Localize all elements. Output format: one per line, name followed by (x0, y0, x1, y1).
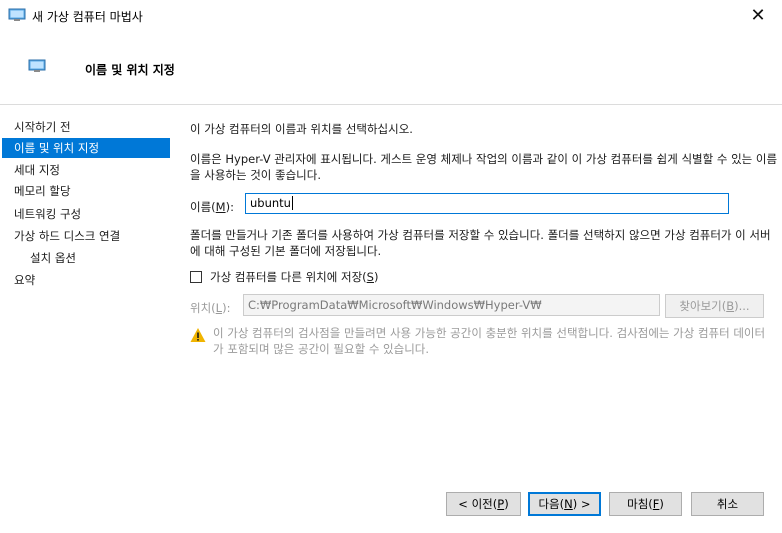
nav-item-installation-options[interactable]: 설치 옵션 (2, 248, 170, 268)
nav-item-name-location[interactable]: 이름 및 위치 지정 (2, 138, 170, 158)
cancel-label: 취소 (716, 497, 739, 511)
location-label: 위치(L): (190, 300, 230, 316)
nav-item-label: 이름 및 위치 지정 (14, 141, 100, 155)
text-caret: ​ (291, 196, 293, 210)
finish-button[interactable]: 마침(F) (609, 492, 682, 516)
wizard-content: 이 가상 컴퓨터의 이름과 위치를 선택하십시오. 이름은 Hyper-V 관리… (176, 105, 782, 495)
previous-button[interactable]: < 이전(P) (446, 492, 521, 516)
name-input[interactable]: ubuntu​ (245, 193, 729, 214)
next-label-text: 다음( (538, 497, 565, 511)
nav-item-label: 가상 하드 디스크 연결 (14, 229, 121, 243)
nav-item-label: 네트워킹 구성 (14, 207, 82, 221)
name-input-value: ubuntu (250, 196, 291, 210)
location-input-value: C:₩ProgramData₩Microsoft₩Windows₩Hyper-V… (248, 298, 542, 312)
page-title: 이름 및 위치 지정 (85, 63, 175, 77)
next-label-suffix: ) > (572, 497, 591, 511)
nav-item-summary[interactable]: 요약 (2, 270, 170, 290)
page-header: 이름 및 위치 지정 (0, 32, 782, 104)
title-bar: 새 가상 컴퓨터 마법사 ✕ (0, 0, 782, 32)
name-label: 이름(M): (190, 199, 234, 215)
location-label-suffix: ): (222, 301, 231, 315)
intro-text: 이 가상 컴퓨터의 이름과 위치를 선택하십시오. (190, 122, 413, 136)
next-accesskey: N (564, 497, 573, 511)
prev-label-suffix: ) (504, 497, 509, 511)
cancel-button[interactable]: 취소 (691, 492, 764, 516)
name-label-suffix: ): (225, 200, 234, 214)
finish-label-text: 마침( (627, 497, 653, 511)
checkbox-label-suffix: ) (373, 270, 379, 284)
nav-item-label: 메모리 할당 (14, 184, 71, 198)
checkpoint-warning-text: 이 가상 컴퓨터의 검사점을 만들려면 사용 가능한 공간이 충분한 위치를 선… (213, 326, 766, 356)
store-elsewhere-checkbox[interactable] (190, 271, 202, 283)
browse-label-suffix: )... (734, 299, 750, 313)
folder-note-text: 폴더를 만들거나 기존 폴더를 사용하여 가상 컴퓨터를 저장할 수 있습니다.… (190, 228, 771, 258)
computer-monitor-icon (8, 8, 26, 21)
store-elsewhere-label[interactable]: 가상 컴퓨터를 다른 위치에 저장(S) (210, 269, 378, 285)
computer-monitor-icon (28, 59, 46, 72)
name-label-text: 이름( (190, 200, 216, 214)
close-icon: ✕ (750, 4, 766, 26)
finish-label-suffix: ) (659, 497, 664, 511)
name-label-accesskey: M (215, 200, 226, 214)
close-button[interactable]: ✕ (740, 2, 776, 28)
finish-accesskey: F (652, 497, 660, 511)
prev-accesskey: P (497, 497, 505, 511)
nav-item-networking[interactable]: 네트워킹 구성 (2, 204, 170, 224)
nav-item-before-you-begin[interactable]: 시작하기 전 (2, 117, 170, 137)
location-input[interactable]: C:₩ProgramData₩Microsoft₩Windows₩Hyper-V… (243, 294, 660, 316)
next-button[interactable]: 다음(N) > (528, 492, 601, 516)
warning-icon (190, 328, 206, 342)
nav-item-label: 시작하기 전 (14, 120, 71, 134)
nav-item-label: 설치 옵션 (30, 251, 76, 265)
wizard-steps-nav: 시작하기 전 이름 및 위치 지정 세대 지정 메모리 할당 네트워킹 구성 가… (0, 105, 176, 495)
description-text: 이름은 Hyper-V 관리자에 표시됩니다. 게스트 운영 체제나 작업의 이… (190, 152, 778, 182)
checkbox-label-text: 가상 컴퓨터를 다른 위치에 저장( (210, 270, 367, 284)
nav-item-label: 요약 (14, 273, 36, 287)
nav-item-generation[interactable]: 세대 지정 (2, 160, 170, 180)
checkbox-label-accesskey: S (366, 270, 374, 284)
nav-item-memory[interactable]: 메모리 할당 (2, 181, 170, 201)
browse-label-text: 찾아보기( (679, 299, 727, 313)
browse-label-accesskey: B (726, 299, 735, 313)
nav-item-virtual-hard-disk[interactable]: 가상 하드 디스크 연결 (2, 226, 170, 246)
nav-item-label: 세대 지정 (14, 163, 60, 177)
window-title: 새 가상 컴퓨터 마법사 (32, 10, 143, 24)
location-label-text: 위치( (190, 301, 216, 315)
browse-button[interactable]: 찾아보기(B)... (665, 294, 764, 318)
prev-label-text: < 이전( (458, 497, 498, 511)
